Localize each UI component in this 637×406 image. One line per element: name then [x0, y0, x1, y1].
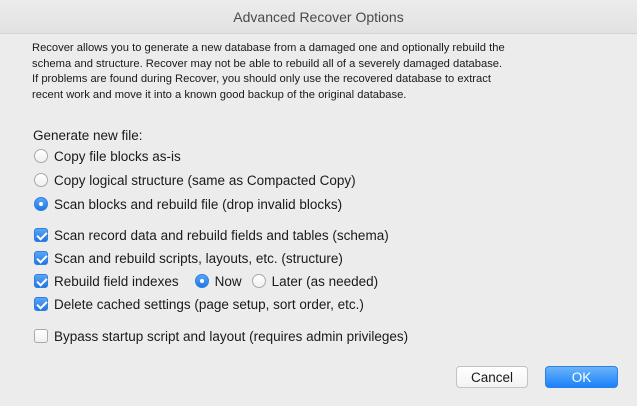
ok-button[interactable]: OK [545, 366, 618, 388]
checkbox-indexes-label: Rebuild field indexes [54, 273, 179, 289]
checkbox-structure[interactable]: Scan and rebuild scripts, layouts, etc. … [34, 248, 343, 268]
radio-copy-logical[interactable]: Copy logical structure (same as Compacte… [34, 170, 356, 190]
checkbox-checked-icon[interactable] [34, 297, 48, 311]
checkbox-schema[interactable]: Scan record data and rebuild fields and … [34, 225, 389, 245]
radio-button-selected-icon[interactable] [194, 274, 209, 288]
checkbox-bypass[interactable]: Bypass startup script and layout (requir… [34, 326, 408, 346]
radio-button-icon[interactable] [34, 173, 48, 187]
description-line: schema and structure. Recover may not be… [32, 57, 503, 70]
description-line: If problems are found during Recover, yo… [32, 73, 491, 85]
cancel-button[interactable]: Cancel [456, 366, 528, 388]
checkbox-checked-icon[interactable] [34, 251, 48, 265]
title-bar: Advanced Recover Options [0, 0, 637, 34]
checkbox-cached-label: Delete cached settings (page setup, sort… [54, 296, 364, 312]
radio-scan-rebuild[interactable]: Scan blocks and rebuild file (drop inval… [34, 194, 342, 214]
radio-scan-rebuild-label: Scan blocks and rebuild file (drop inval… [54, 196, 343, 212]
radio-now[interactable]: Now [194, 273, 242, 289]
radio-now-label: Now [214, 273, 242, 289]
radio-button-icon[interactable] [251, 274, 266, 288]
radio-copy-blocks[interactable]: Copy file blocks as-is [34, 146, 181, 166]
generate-label: Generate new file: [33, 128, 143, 143]
checkbox-cached[interactable]: Delete cached settings (page setup, sort… [34, 294, 364, 314]
recover-options-dialog: Advanced Recover Options Recover allows … [0, 0, 637, 406]
dialog-title: Advanced Recover Options [233, 9, 404, 25]
checkbox-bypass-label: Bypass startup script and layout (requir… [54, 328, 409, 344]
radio-button-icon[interactable] [34, 149, 48, 163]
radio-later-label: Later (as needed) [271, 273, 379, 289]
checkbox-unchecked-icon[interactable] [34, 329, 48, 343]
checkbox-schema-label: Scan record data and rebuild fields and … [54, 227, 389, 243]
description-text: Recover allows you to generate a new dat… [32, 41, 620, 103]
checkbox-checked-icon[interactable] [34, 228, 48, 242]
description-line: Recover allows you to generate a new dat… [32, 42, 505, 54]
radio-later[interactable]: Later (as needed) [251, 273, 379, 289]
checkbox-structure-label: Scan and rebuild scripts, layouts, etc. … [54, 250, 343, 266]
description-line: recent work and move it into a known goo… [32, 88, 407, 101]
radio-button-selected-icon[interactable] [34, 197, 48, 211]
radio-copy-logical-label: Copy logical structure (same as Compacte… [54, 172, 356, 188]
checkbox-checked-icon[interactable] [34, 274, 48, 288]
radio-copy-blocks-label: Copy file blocks as-is [54, 148, 181, 164]
checkbox-indexes[interactable]: Rebuild field indexes Now Later (as need… [34, 271, 378, 291]
